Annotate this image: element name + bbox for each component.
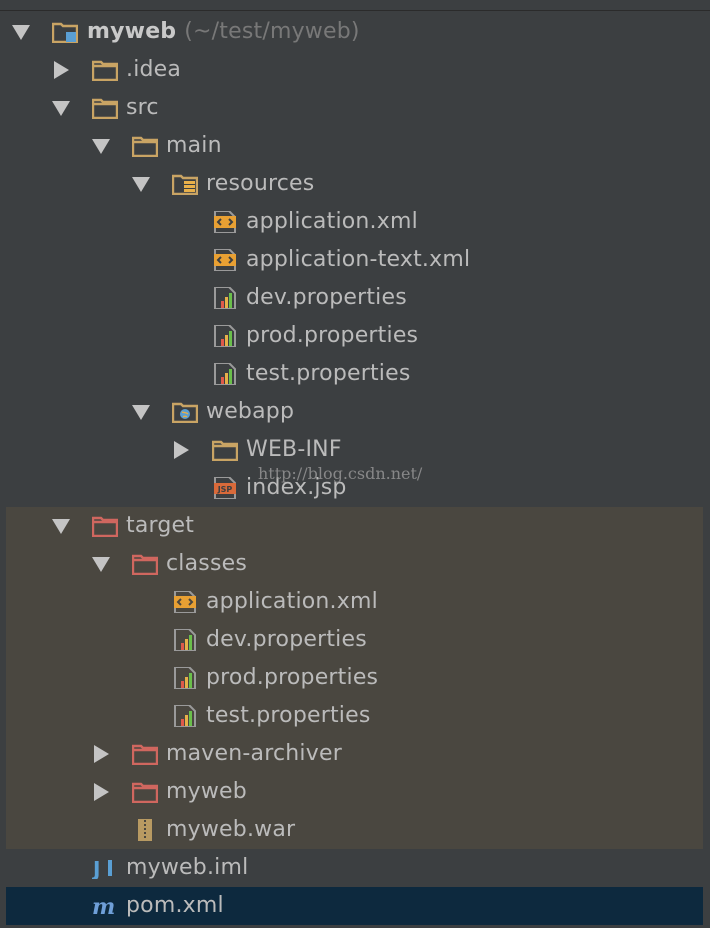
tree-node-main[interactable]: main xyxy=(6,127,703,165)
tree-node-label: myweb xyxy=(166,779,247,804)
svg-text:J: J xyxy=(92,857,100,879)
properties-file-icon xyxy=(174,629,196,651)
tree-node-classes-dev-properties[interactable]: dev.properties xyxy=(6,621,703,659)
tree-node-classes-prod-properties[interactable]: prod.properties xyxy=(6,659,703,697)
tree-node-label: .idea xyxy=(126,57,182,82)
collapse-arrow-icon[interactable] xyxy=(94,783,109,801)
tree-node-classes[interactable]: classes xyxy=(6,545,703,583)
tree-node-label: WEB-INF xyxy=(246,437,342,462)
svg-text:JSP: JSP xyxy=(217,485,233,494)
folder-icon xyxy=(132,136,158,157)
tree-node-test-properties[interactable]: test.properties xyxy=(6,355,703,393)
collapse-arrow-icon[interactable] xyxy=(94,745,109,763)
xml-file-icon xyxy=(214,211,236,233)
watermark-text: http://blog.csdn.net/ xyxy=(258,464,423,483)
iml-file-icon: J xyxy=(92,857,112,879)
expand-arrow-icon[interactable] xyxy=(132,177,150,192)
tree-node-label: prod.properties xyxy=(246,323,419,348)
tree-node-label: prod.properties xyxy=(206,665,379,690)
tree-node-myweb-iml[interactable]: J myweb.iml xyxy=(6,849,703,887)
excluded-folder-icon xyxy=(92,516,118,537)
xml-file-icon xyxy=(174,591,196,613)
properties-file-icon xyxy=(214,287,236,309)
tree-node-label: application.xml xyxy=(246,209,418,234)
tree-node-application-text-xml[interactable]: application-text.xml xyxy=(6,241,703,279)
tree-node-label: dev.properties xyxy=(206,627,367,652)
svg-text:m: m xyxy=(92,895,115,917)
tree-node-dev-properties[interactable]: dev.properties xyxy=(6,279,703,317)
tree-node-webapp[interactable]: webapp xyxy=(6,393,703,431)
tree-node-label: maven-archiver xyxy=(166,741,342,766)
collapse-arrow-icon[interactable] xyxy=(54,61,69,79)
tree-node-myweb-root[interactable]: myweb (~/test/myweb) xyxy=(6,13,703,51)
tree-node-label: application.xml xyxy=(206,589,378,614)
excluded-folder-icon xyxy=(132,782,158,803)
tree-node-label: target xyxy=(126,513,195,538)
excluded-folder-icon xyxy=(132,744,158,765)
tree-node-application-xml[interactable]: application.xml xyxy=(6,203,703,241)
properties-file-icon xyxy=(174,705,196,727)
resources-folder-icon xyxy=(172,174,198,195)
tree-node-label: application-text.xml xyxy=(246,247,471,272)
expand-arrow-icon[interactable] xyxy=(52,519,70,534)
tree-node-label: webapp xyxy=(206,399,295,424)
tree-node-resources[interactable]: resources xyxy=(6,165,703,203)
tree-node-idea[interactable]: .idea xyxy=(6,51,703,89)
excluded-folder-icon xyxy=(132,554,158,575)
module-folder-icon xyxy=(52,22,78,43)
jsp-file-icon: JSP xyxy=(214,477,236,499)
path-hint: (~/test/myweb) xyxy=(184,19,360,44)
folder-icon xyxy=(92,60,118,81)
maven-file-icon: m xyxy=(92,895,115,917)
tree-node-label: main xyxy=(166,133,222,158)
properties-file-icon xyxy=(174,667,196,689)
folder-icon xyxy=(92,98,118,119)
tree-node-label: myweb.war xyxy=(166,817,296,842)
toolbar-strip xyxy=(0,0,710,11)
xml-file-icon xyxy=(214,249,236,271)
web-folder-icon xyxy=(172,402,198,423)
expand-arrow-icon[interactable] xyxy=(132,405,150,420)
tree-node-target[interactable]: target xyxy=(6,507,703,545)
tree-node-classes-application-xml[interactable]: application.xml xyxy=(6,583,703,621)
tree-node-label: src xyxy=(126,95,159,120)
expand-arrow-icon[interactable] xyxy=(52,101,70,116)
tree-node-label: myweb (~/test/myweb) xyxy=(87,19,360,44)
tree-node-classes-test-properties[interactable]: test.properties xyxy=(6,697,703,735)
expand-arrow-icon[interactable] xyxy=(92,139,110,154)
properties-file-icon xyxy=(214,325,236,347)
tree-node-label: test.properties xyxy=(206,703,371,728)
tree-node-label: classes xyxy=(166,551,248,576)
tree-node-src[interactable]: src xyxy=(6,89,703,127)
collapse-arrow-icon[interactable] xyxy=(174,441,189,459)
tree-node-target-myweb[interactable]: myweb xyxy=(6,773,703,811)
tree-node-pom-xml[interactable]: m pom.xml xyxy=(6,887,703,925)
tree-node-label: pom.xml xyxy=(126,893,224,918)
tree-node-label: resources xyxy=(206,171,315,196)
tree-node-prod-properties[interactable]: prod.properties xyxy=(6,317,703,355)
expand-arrow-icon[interactable] xyxy=(12,25,30,40)
properties-file-icon xyxy=(214,363,236,385)
tree-node-maven-archiver[interactable]: maven-archiver xyxy=(6,735,703,773)
tree-node-myweb-war[interactable]: myweb.war xyxy=(6,811,703,849)
folder-icon xyxy=(212,440,238,461)
tree-node-label: test.properties xyxy=(246,361,411,386)
tree-node-label: myweb.iml xyxy=(126,855,249,880)
expand-arrow-icon[interactable] xyxy=(92,557,110,572)
archive-file-icon xyxy=(138,819,152,841)
tree-node-label: dev.properties xyxy=(246,285,407,310)
